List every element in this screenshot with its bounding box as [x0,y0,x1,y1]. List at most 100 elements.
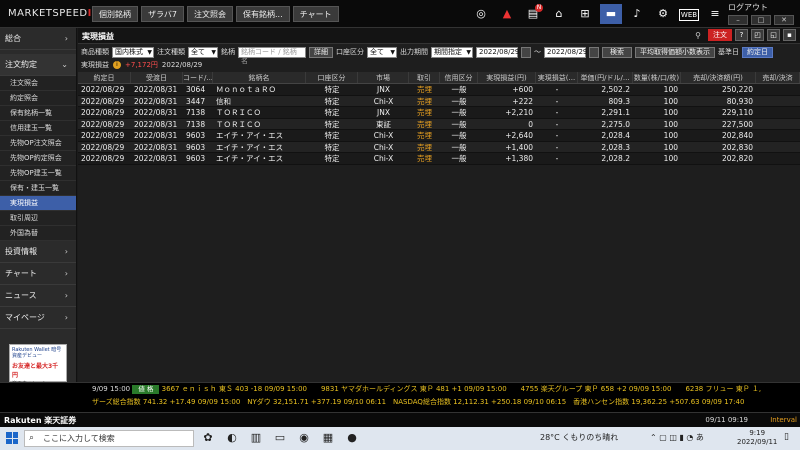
sidebar-item-futures-orders[interactable]: 先物OP注文照会 [0,136,76,151]
minimize-button[interactable]: – [728,15,748,25]
calendar-icon[interactable] [589,46,599,58]
table-row[interactable]: 2022/08/29 2022/08/31 7138 ＴＯＲＩＣＯ 特定 JNX 売埋 一般 +… [78,107,800,119]
table-row[interactable]: 2022/08/29 2022/08/31 9603 エイチ・アイ・エス 特定 Chi-X… [78,153,800,165]
sidebar-item-trade-related[interactable]: 取引周辺 [0,211,76,226]
column-header[interactable]: 口座区分 [306,72,358,83]
windows-start-icon[interactable] [6,432,18,444]
column-header[interactable]: 銘柄名 [213,72,306,83]
average-price-decimal-button[interactable]: 平均取得価額小数表示 [635,46,715,58]
table-cell: 特定 [324,96,340,106]
menu-icon[interactable]: ≡ [704,4,726,24]
gear-icon[interactable]: ⚙ [652,4,674,24]
sidebar-item-holdings[interactable]: 保有銘柄一覧 [0,106,76,121]
tab-individual-stock[interactable]: 個別銘柄 [92,6,138,22]
tab-chart[interactable]: チャート [292,6,339,22]
execution-date-button[interactable]: 約定日 [742,46,773,58]
table-row[interactable]: 2022/08/29 2022/08/31 9603 エイチ・アイ・エス 特定 Chi-X… [78,141,800,153]
column-header[interactable]: 単価(円/ドル/... [578,72,633,83]
order-type-select[interactable]: 全て ▼ [188,46,218,58]
table-cell: 2,502.2 [601,85,630,94]
link-icon[interactable]: ⚲ [695,31,701,40]
news-icon[interactable]: ▤ N [522,4,544,24]
table-row[interactable]: 2022/08/29 2022/08/31 3064 ＭｏｎｏｔａＲＯ 特定 JNX 売埋 一… [78,84,800,96]
chart-alert-icon[interactable]: ▲ [496,4,518,24]
date-to-input[interactable]: 2022/08/29 [544,46,587,58]
stock-search-input[interactable]: 銘柄コード / 銘柄名 [238,46,306,65]
widgets-icon[interactable]: ✿ [200,430,216,446]
taskbar-clock[interactable]: 9:19 2022/09/11 [737,429,777,447]
sidebar-section-overview[interactable]: 総合 › [0,28,76,50]
column-header[interactable]: 売却/決済 [756,72,800,83]
add-window-icon[interactable]: ⊞ [574,4,596,24]
period-select[interactable]: 期間指定 ▼ [431,46,473,58]
sidebar-item-forex[interactable]: 外国為替 [0,226,76,241]
close-button[interactable]: ✕ [774,15,794,25]
column-header[interactable]: 市場 [358,72,409,83]
task-view-icon[interactable]: ▥ [248,430,264,446]
file-explorer-icon[interactable]: ▭ [272,430,288,446]
sidebar-item-holdings-positions[interactable]: 保有・建玉一覧 [0,181,76,196]
sidebar-item-order-inquiry[interactable]: 注文照会 [0,76,76,91]
chevron-down-icon: ▼ [211,48,216,56]
sidebar-section-investment-info[interactable]: 投資情報 › [0,241,76,263]
camera-icon[interactable]: ◐ [224,430,240,446]
info-icon[interactable]: i [113,61,121,69]
home-icon[interactable]: ⌂ [548,4,570,24]
detail-button[interactable]: 詳細 [309,46,333,58]
product-type-select[interactable]: 国内株式 ▼ [112,46,154,58]
logout-button[interactable]: ログアウト [728,2,768,13]
store-icon[interactable]: ▦ [320,430,336,446]
order-window-icon[interactable]: ▬ [600,4,622,24]
column-header[interactable]: 実現損益(円) [478,72,536,83]
column-header[interactable]: 取引 [409,72,440,83]
interval-indicator[interactable]: Interval [770,416,797,424]
column-header[interactable]: 実現損益(... [536,72,578,83]
tab-zaraba[interactable]: ザラバ7 [141,6,185,22]
table-row[interactable]: 2022/08/29 2022/08/31 3447 信和 特定 Chi-X 売埋 一般 +22… [78,95,800,107]
close-panel-icon[interactable]: ▪ [783,29,796,41]
column-header[interactable]: コード/... [183,72,213,83]
calendar-icon[interactable] [521,46,531,58]
edge-icon[interactable]: ◉ [296,430,312,446]
sidebar-section-orders[interactable]: 注文約定 ⌄ [0,54,76,76]
table-cell: - [555,154,559,163]
market-icon[interactable]: ◎ [470,4,492,24]
account-type-select[interactable]: 全て ▼ [367,46,397,58]
web-icon[interactable]: WEB [678,4,700,24]
popout-icon[interactable]: ◰ [751,29,764,41]
marketspeed-app-icon[interactable]: ● [344,430,360,446]
column-header[interactable]: 受渡日 [131,72,183,83]
sidebar-item-futures-positions[interactable]: 先物OP建玉一覧 [0,166,76,181]
table-row[interactable]: 2022/08/29 2022/08/31 7138 ＴＯＲＩＣＯ 特定 東証 売埋 一般 0 -… [78,118,800,130]
sidebar-section-chart[interactable]: チャート › [0,263,76,285]
promo-banner[interactable]: Rakuten Wallet 暗号資産デビュー お友達と最大3千円 楽天ウォレッ… [9,344,67,387]
sidebar-item-margin-positions[interactable]: 信用建玉一覧 [0,121,76,136]
notification-icon[interactable]: ▯ [784,432,789,442]
base-date-label: 基準日 [718,48,739,56]
summary-value: +7,172円 [125,61,158,69]
restore-icon[interactable]: ◱ [767,29,780,41]
system-tray-icons[interactable]: ⌃ ▢ ◫ ▮ ◔ あ [650,432,704,443]
sidebar-item-futures-executions[interactable]: 先物OP約定照会 [0,151,76,166]
sidebar-section-news[interactable]: ニュース › [0,285,76,307]
column-header[interactable]: 売却/決済額(円) [681,72,756,83]
tab-order-inquiry[interactable]: 注文照会 [187,6,234,22]
sidebar-item-realized-pnl[interactable]: 実現損益 [0,196,76,211]
weather-widget[interactable]: 28°C くもりのち晴れ [540,432,618,443]
sidebar-item-execution-inquiry[interactable]: 約定照会 [0,91,76,106]
date-from-input[interactable]: 2022/08/29 [476,46,519,58]
table-cell: +2,640 [505,131,533,140]
search-button[interactable]: 検索 [602,46,632,58]
table-cell: 2,028.2 [601,154,630,163]
order-button[interactable]: 注文 [708,29,732,41]
maximize-button[interactable]: □ [751,15,771,25]
sidebar-section-mypage[interactable]: マイページ › [0,307,76,329]
column-header[interactable]: 数量(株/口/枚) [633,72,681,83]
taskbar-search-input[interactable]: ⌕ ここに入力して検索 [24,430,194,447]
bell-icon[interactable]: ♪ [626,4,648,24]
tab-holdings[interactable]: 保有銘柄... [236,6,290,22]
column-header[interactable]: 約定日 [78,72,131,83]
help-icon[interactable]: ? [735,29,748,41]
table-row[interactable]: 2022/08/29 2022/08/31 9603 エイチ・アイ・エス 特定 Chi-X… [78,130,800,142]
column-header[interactable]: 信用区分 [440,72,478,83]
